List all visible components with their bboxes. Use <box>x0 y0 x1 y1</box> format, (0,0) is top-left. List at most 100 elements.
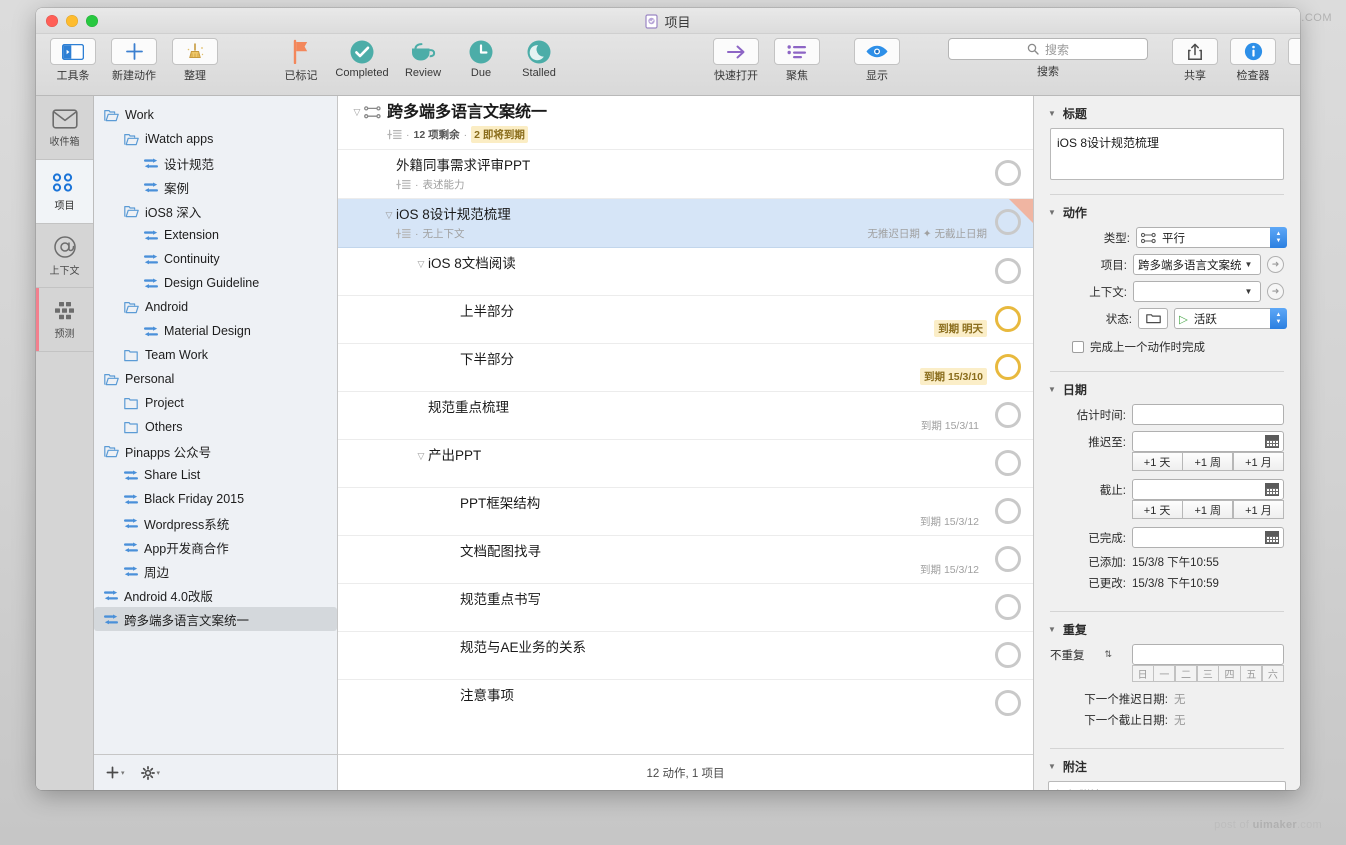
note-field[interactable]: 添加附注 <box>1048 781 1286 790</box>
completion-checkbox[interactable] <box>995 498 1021 524</box>
project-select[interactable]: 跨多端多语言文案统一 ▼ <box>1133 254 1261 275</box>
toolbar-focus[interactable]: 聚焦 <box>768 38 826 83</box>
sidebar-item-20[interactable]: Android 4.0改版 <box>94 583 337 607</box>
completion-checkbox[interactable] <box>995 160 1021 186</box>
defer-plus-month[interactable]: +1 月 <box>1233 452 1284 471</box>
search-input[interactable]: 搜索 <box>948 38 1148 60</box>
sidebar-item-10[interactable]: Team Work <box>94 343 337 367</box>
task-row[interactable]: ▽跨多端多语言文案统一·12 项剩余·2 即将到期 <box>338 96 1033 150</box>
sidebar-item-2[interactable]: 设计规范 <box>94 151 337 175</box>
repeat-interval-field[interactable] <box>1132 644 1284 665</box>
sidebar-item-9[interactable]: Material Design <box>94 319 337 343</box>
type-select[interactable]: 平行 ▲▼ <box>1136 227 1284 248</box>
completion-checkbox[interactable] <box>995 450 1021 476</box>
sidebar-item-14[interactable]: Pinapps 公众号 <box>94 439 337 463</box>
date-section-header[interactable]: ▼ 日期 <box>1034 372 1300 404</box>
disclosure-triangle-icon[interactable]: ▽ <box>382 206 396 221</box>
sidebar-item-13[interactable]: Others <box>94 415 337 439</box>
weekday-二[interactable]: 二 <box>1175 665 1197 682</box>
sidebar-item-16[interactable]: Black Friday 2015 <box>94 487 337 511</box>
completion-checkbox[interactable] <box>995 354 1021 380</box>
sidebar-item-18[interactable]: App开发商合作 <box>94 535 337 559</box>
weekday-六[interactable]: 六 <box>1262 665 1284 682</box>
estimate-field[interactable] <box>1132 404 1284 425</box>
toolbar-cleanup[interactable]: 整理 <box>166 38 224 83</box>
repeat-section-header[interactable]: ▼ 重复 <box>1034 612 1300 644</box>
weekday-五[interactable]: 五 <box>1240 665 1262 682</box>
type-stepper[interactable]: ▲▼ <box>1270 227 1287 248</box>
weekday-三[interactable]: 三 <box>1197 665 1219 682</box>
sidebar-item-17[interactable]: Wordpress系统 <box>94 511 337 535</box>
sidebar-item-8[interactable]: Android <box>94 295 337 319</box>
complete-with-last-checkbox[interactable] <box>1072 341 1084 353</box>
task-row[interactable]: 规范与AE业务的关系 <box>338 632 1033 680</box>
disclosure-triangle-icon[interactable]: ▽ <box>350 103 364 118</box>
sidebar-item-3[interactable]: 案例 <box>94 175 337 199</box>
sidebar-item-0[interactable]: Work <box>94 103 337 127</box>
add-button[interactable]: ▾ <box>106 766 125 779</box>
sidebar-list[interactable]: WorkiWatch apps设计规范案例iOS8 深入ExtensionCon… <box>94 96 337 754</box>
task-row[interactable]: 下半部分到期 15/3/10 <box>338 344 1033 392</box>
sidebar-item-11[interactable]: Personal <box>94 367 337 391</box>
calendar-icon[interactable] <box>1265 531 1279 544</box>
action-section-header[interactable]: ▼ 动作 <box>1034 195 1300 227</box>
completion-checkbox[interactable] <box>995 594 1021 620</box>
task-row[interactable]: 外籍同事需求评审PPT·表述能力 <box>338 150 1033 199</box>
task-title-field[interactable]: iOS 8设计规范梳理 <box>1050 128 1284 180</box>
settings-button[interactable]: ▾ <box>141 766 161 780</box>
due-plus-month[interactable]: +1 月 <box>1233 500 1284 519</box>
rail-forecast[interactable]: 预测 <box>36 288 93 352</box>
defer-plus-week[interactable]: +1 周 <box>1182 452 1233 471</box>
disclosure-triangle-icon[interactable]: ▽ <box>414 255 428 270</box>
weekday-一[interactable]: 一 <box>1153 665 1175 682</box>
toolbar-review[interactable]: Review <box>394 38 452 79</box>
status-stepper[interactable]: ▲▼ <box>1270 308 1287 329</box>
toolbar-flagged[interactable]: 已标记 <box>272 38 330 83</box>
note-section-header[interactable]: ▼ 附注 <box>1034 749 1300 781</box>
complete-with-last-row[interactable]: 完成上一个动作时完成 <box>1050 335 1284 357</box>
calendar-icon[interactable] <box>1265 483 1279 496</box>
sidebar-item-4[interactable]: iOS8 深入 <box>94 199 337 223</box>
weekday-四[interactable]: 四 <box>1218 665 1240 682</box>
context-goto-button[interactable]: ➜ <box>1267 283 1284 300</box>
toolbar-stalled[interactable]: Stalled <box>510 38 568 79</box>
toolbar-completed[interactable]: Completed <box>330 38 394 79</box>
context-select[interactable]: ▼ <box>1133 281 1261 302</box>
sidebar-item-1[interactable]: iWatch apps <box>94 127 337 151</box>
task-list[interactable]: ▽跨多端多语言文案统一·12 项剩余·2 即将到期外籍同事需求评审PPT·表述能… <box>338 96 1033 754</box>
sidebar-item-21[interactable]: 跨多端多语言文案统一 <box>94 607 337 631</box>
task-row[interactable]: ▽iOS 8文档阅读 <box>338 248 1033 296</box>
completed-field[interactable] <box>1132 527 1284 548</box>
calendar-icon[interactable] <box>1265 435 1279 448</box>
task-row[interactable]: 规范重点梳理到期 15/3/11 <box>338 392 1033 440</box>
repeat-mode-value[interactable]: 不重复 <box>1050 647 1085 663</box>
due-plus-day[interactable]: +1 天 <box>1132 500 1183 519</box>
task-row[interactable]: 上半部分到期 明天 <box>338 296 1033 344</box>
task-row[interactable]: ▽iOS 8设计规范梳理·无上下文无推迟日期 ✦ 无截止日期 <box>338 199 1033 248</box>
toolbar-inspector[interactable]: 检查器 <box>1224 38 1282 83</box>
status-select[interactable]: ▷ 活跃 ▲▼ <box>1174 308 1284 329</box>
toolbar-share[interactable]: 共享 <box>1166 38 1224 83</box>
toolbar-sidebar[interactable]: 工具条 <box>44 38 102 83</box>
weekday-日[interactable]: 日 <box>1132 665 1154 682</box>
rail-contexts[interactable]: 上下文 <box>36 224 93 288</box>
toolbar-quick-open[interactable]: 快速打开 <box>704 38 768 83</box>
task-row[interactable]: ▽产出PPT <box>338 440 1033 488</box>
completion-checkbox[interactable] <box>995 642 1021 668</box>
sidebar-item-5[interactable]: Extension <box>94 223 337 247</box>
due-field[interactable] <box>1132 479 1284 500</box>
title-section-header[interactable]: ▼ 标题 <box>1034 96 1300 128</box>
toolbar-sync[interactable]: 同步 <box>1282 38 1300 83</box>
completion-checkbox[interactable] <box>995 306 1021 332</box>
rail-projects[interactable]: 项目 <box>36 160 93 224</box>
weekday-selector[interactable]: 日一二三四五六 <box>1132 665 1284 682</box>
task-row[interactable]: 规范重点书写 <box>338 584 1033 632</box>
folder-toggle[interactable] <box>1138 308 1168 329</box>
sidebar-item-12[interactable]: Project <box>94 391 337 415</box>
sidebar-item-15[interactable]: Share List <box>94 463 337 487</box>
completion-checkbox[interactable] <box>995 546 1021 572</box>
defer-field[interactable] <box>1132 431 1284 452</box>
task-row[interactable]: 注意事项 <box>338 680 1033 727</box>
project-goto-button[interactable]: ➜ <box>1267 256 1284 273</box>
task-row[interactable]: 文档配图找寻到期 15/3/12 <box>338 536 1033 584</box>
